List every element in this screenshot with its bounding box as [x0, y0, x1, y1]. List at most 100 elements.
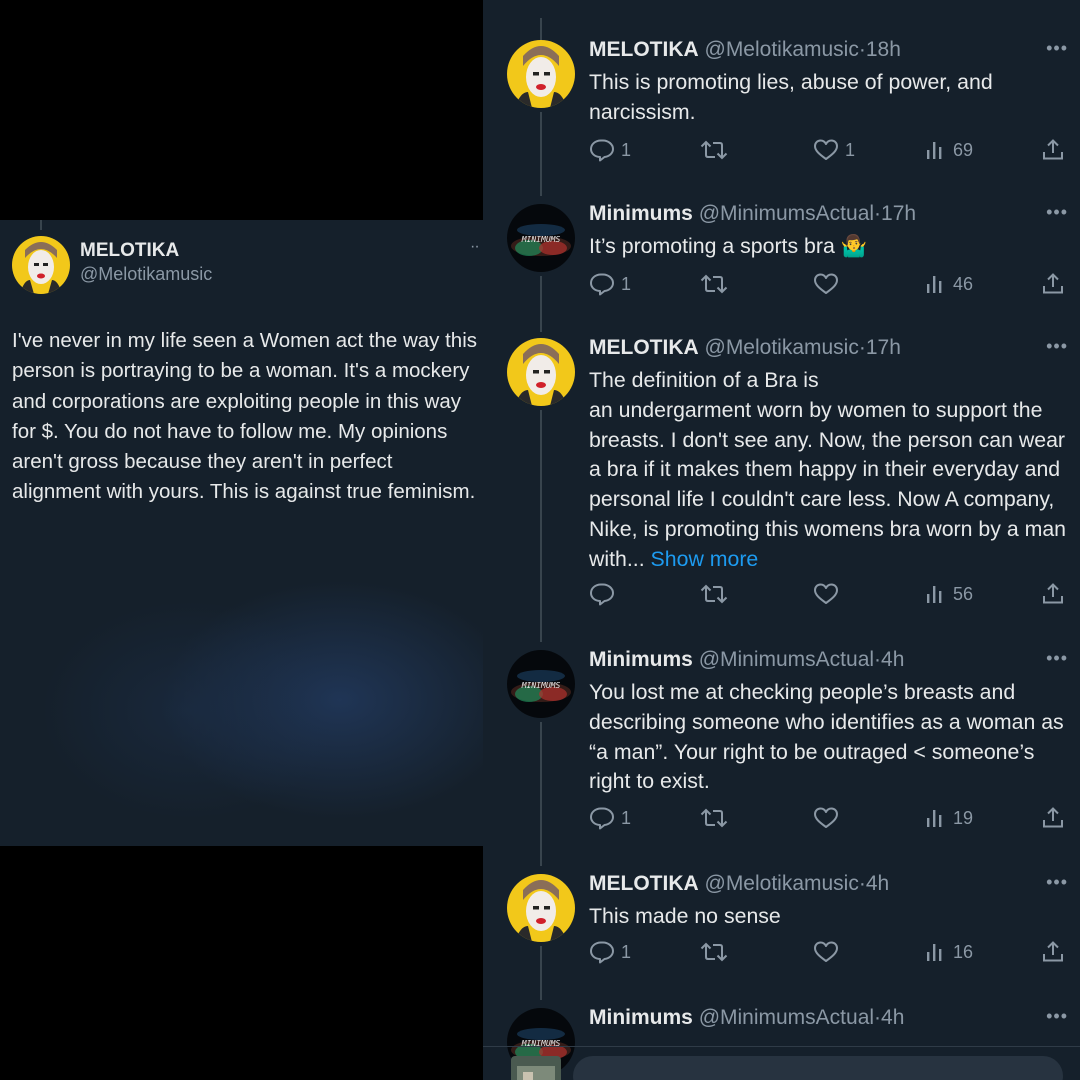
views-button[interactable]: 56: [925, 582, 973, 606]
ellipsis-icon[interactable]: •••: [1046, 336, 1068, 357]
tweet-text: I've never in my life seen a Women act t…: [12, 329, 477, 504]
timestamp[interactable]: 4h: [881, 1006, 904, 1029]
like-button[interactable]: [813, 272, 845, 296]
thread-line: [540, 946, 542, 1000]
author-name[interactable]: MELOTIKA: [589, 872, 699, 895]
tweet-header: MELOTIKA @Melotikamusic·4h: [589, 872, 889, 896]
like-button[interactable]: [813, 806, 845, 830]
avatar[interactable]: [507, 338, 575, 406]
avatar[interactable]: [507, 874, 575, 942]
tweet-text: You lost me at checking people’s breasts…: [589, 680, 1064, 794]
show-more-link[interactable]: Show more: [651, 547, 759, 571]
author-handle[interactable]: @Melotikamusic: [80, 264, 212, 285]
views-button[interactable]: 16: [925, 940, 973, 964]
reply-button[interactable]: 1: [589, 272, 631, 296]
views-icon: [925, 940, 947, 964]
avatar[interactable]: MINIMUMS: [507, 204, 575, 272]
separator-dot: ·: [858, 872, 866, 895]
timestamp[interactable]: 4h: [881, 648, 904, 671]
ellipsis-icon[interactable]: •••: [1046, 648, 1068, 669]
author-handle[interactable]: @MinimumsActual: [699, 1006, 874, 1029]
like-button[interactable]: [813, 940, 845, 964]
tweet-text: The definition of a Bra is an undergarme…: [589, 366, 1067, 575]
thread-line: [540, 276, 542, 332]
timestamp[interactable]: 4h: [866, 872, 889, 895]
share-icon: [1041, 806, 1065, 830]
author-name[interactable]: MELOTIKA: [80, 240, 179, 262]
like-button[interactable]: 1: [813, 138, 855, 162]
views-button[interactable]: 19: [925, 806, 973, 830]
reply-count: 1: [621, 273, 632, 294]
heart-icon: [813, 940, 839, 964]
reply-button[interactable]: 1: [589, 940, 631, 964]
retweet-icon: [699, 272, 729, 296]
heart-icon: [813, 806, 839, 830]
author-name[interactable]: MELOTIKA: [589, 38, 699, 61]
tweet-text: This is promoting lies, abuse of power, …: [589, 70, 993, 124]
retweet-icon: [699, 138, 729, 162]
author-handle[interactable]: @Melotikamusic: [705, 872, 859, 895]
share-button[interactable]: [1041, 138, 1065, 162]
author-handle[interactable]: @Melotikamusic: [705, 336, 859, 359]
views-count: 16: [953, 941, 974, 962]
views-icon: [925, 582, 947, 606]
thread-line: [40, 220, 42, 230]
timestamp[interactable]: 17h: [866, 336, 901, 359]
author-name[interactable]: Minimums: [589, 648, 693, 671]
author-name[interactable]: MELOTIKA: [589, 336, 699, 359]
tweet-header: MELOTIKA @Melotikamusic·17h: [589, 336, 901, 360]
share-button[interactable]: [1041, 940, 1065, 964]
author-name[interactable]: Minimums: [589, 202, 693, 225]
tweet-header: Minimums @MinimumsActual·4h: [589, 648, 904, 672]
views-button[interactable]: 69: [925, 138, 973, 162]
retweet-button[interactable]: [699, 272, 735, 296]
separator-dot: ·: [874, 648, 882, 671]
action-bar: 1 1 69: [589, 138, 1063, 168]
timestamp[interactable]: 17h: [881, 202, 916, 225]
author-handle[interactable]: @Melotikamusic: [705, 38, 859, 61]
ellipsis-icon[interactable]: •••: [1046, 202, 1068, 223]
views-button[interactable]: 46: [925, 272, 973, 296]
retweet-icon: [699, 582, 729, 606]
author-name[interactable]: Minimums: [589, 1006, 693, 1029]
reply-input[interactable]: [573, 1056, 1063, 1080]
retweet-button[interactable]: [699, 582, 735, 606]
ellipsis-icon[interactable]: •••: [1046, 1006, 1068, 1027]
ellipsis-icon[interactable]: •••: [1046, 38, 1068, 59]
tweet-header: Minimums @MinimumsActual·4h: [589, 1006, 904, 1030]
separator-dot: ·: [874, 1006, 882, 1029]
heart-icon: [813, 582, 839, 606]
retweet-button[interactable]: [699, 138, 735, 162]
like-count: 1: [845, 139, 856, 160]
separator-dot: ·: [874, 202, 882, 225]
heart-icon: [813, 138, 839, 162]
reply-icon: [589, 806, 615, 830]
timestamp[interactable]: 18h: [866, 38, 901, 61]
reply-button[interactable]: 1: [589, 138, 631, 162]
retweet-button[interactable]: [699, 940, 735, 964]
action-bar: 1 46: [589, 272, 1063, 302]
like-button[interactable]: [813, 582, 845, 606]
avatar[interactable]: [12, 236, 70, 299]
reply-icon: [589, 940, 615, 964]
reply-count: 1: [621, 941, 632, 962]
ellipsis-icon[interactable]: •••: [1046, 872, 1068, 893]
author-handle[interactable]: @MinimumsActual: [699, 202, 874, 225]
ellipsis-icon[interactable]: ··: [470, 238, 480, 256]
author-handle[interactable]: @MinimumsActual: [699, 648, 874, 671]
avatar[interactable]: MINIMUMS: [507, 650, 575, 718]
reply-button[interactable]: [589, 582, 621, 606]
share-button[interactable]: [1041, 582, 1065, 606]
reply-button[interactable]: 1: [589, 806, 631, 830]
views-count: 56: [953, 583, 974, 604]
share-button[interactable]: [1041, 272, 1065, 296]
tweet-text: This made no sense: [589, 904, 781, 928]
avatar[interactable]: [507, 40, 575, 108]
tweet-text-content: The definition of a Bra is an undergarme…: [589, 368, 1067, 571]
views-count: 69: [953, 139, 974, 160]
tweet-header: Minimums @MinimumsActual·17h: [589, 202, 916, 226]
views-icon: [925, 272, 947, 296]
retweet-icon: [699, 806, 729, 830]
retweet-button[interactable]: [699, 806, 735, 830]
share-button[interactable]: [1041, 806, 1065, 830]
